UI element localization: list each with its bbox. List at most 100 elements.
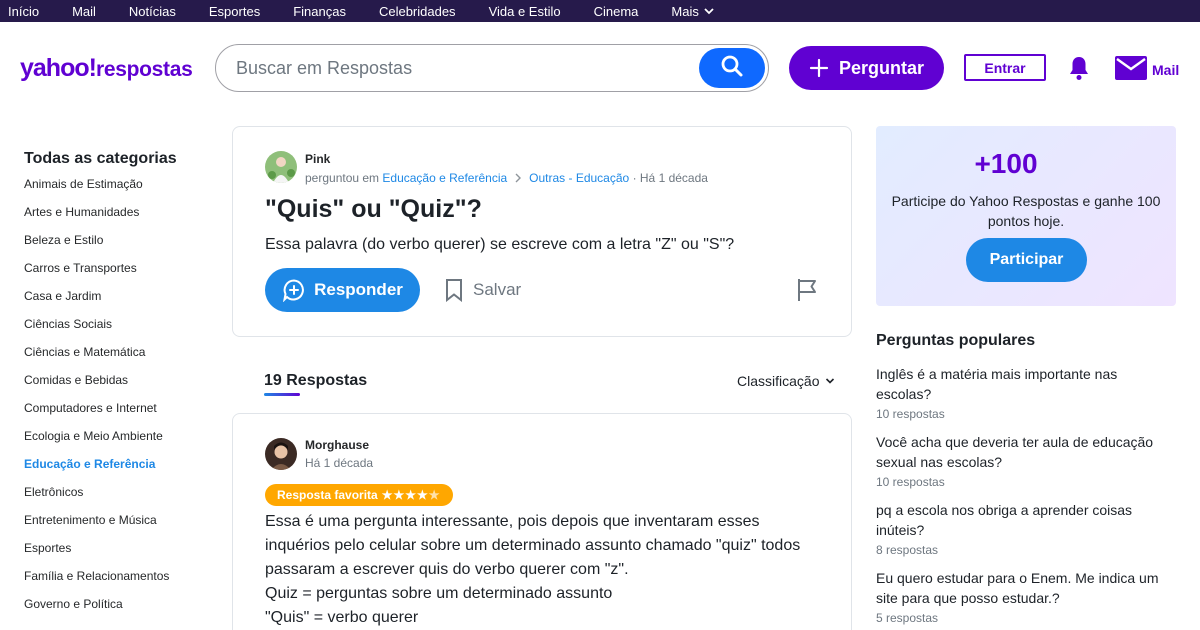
popular-question-link[interactable]: pq a escola nos obriga a aprender coisas… [876, 500, 1176, 540]
promo-text: Participe do Yahoo Respostas e ganhe 100… [891, 193, 1161, 229]
add-comment-icon [282, 278, 306, 302]
topnav-esportes[interactable]: Esportes [209, 4, 260, 19]
answer-button-label: Responder [314, 280, 403, 299]
ask-question-button[interactable]: Perguntar [789, 46, 944, 90]
categories-title: Todas as categorias [24, 150, 177, 167]
popular-answer-count: 10 respostas [876, 407, 945, 421]
chevron-down-icon [703, 5, 715, 17]
star-icon: ★ [405, 488, 417, 502]
ask-question-label: Perguntar [838, 57, 925, 78]
popular-question-item[interactable]: Inglês é a matéria mais importante nas e… [876, 364, 1176, 421]
chevron-down-icon [825, 376, 835, 386]
answer-time: Há 1 década [305, 456, 374, 470]
answer-line: inquérios pelo celular sobre um determin… [265, 537, 801, 554]
category-item-ciencias-sociais[interactable]: Ciências Sociais [24, 316, 214, 344]
category-item-entretenimento-e-musica[interactable]: Entretenimento e Música [24, 512, 214, 540]
asked-in-label: perguntou em [305, 171, 380, 185]
popular-question-item[interactable]: pq a escola nos obriga a aprender coisas… [876, 500, 1176, 557]
star-icon: ★ [381, 488, 394, 502]
logo-sub: respostas [95, 58, 193, 81]
category-item-casa-e-jardim[interactable]: Casa e Jardim [24, 288, 214, 316]
question-meta: perguntou em Educação e Referência Outras… [305, 171, 708, 185]
avatar[interactable] [265, 438, 297, 470]
search-button[interactable] [699, 48, 765, 88]
mail-icon [1115, 56, 1147, 83]
logo-main: yahoo! [20, 54, 97, 82]
avatar[interactable] [265, 151, 297, 183]
save-button-label: Salvar [473, 280, 522, 299]
popular-question-item[interactable]: Você acha que deveria ter aula de educaç… [876, 432, 1176, 489]
category-item-artes-e-humanidades[interactable]: Artes e Humanidades [24, 204, 214, 232]
subcategory-link[interactable]: Outras - Educação [529, 171, 629, 185]
popular-answer-count: 5 respostas [876, 611, 939, 625]
answers-count: 19 Respostas [264, 372, 368, 389]
answer-line: "Quis" = verbo querer [265, 609, 419, 626]
answer-author[interactable]: Morghause [305, 438, 369, 452]
categories-list: Animais de Estimação Artes e Humanidades B… [24, 176, 214, 624]
yahoo-respostas-logo[interactable]: yahoo!respostas [20, 54, 193, 83]
topnav-mais-label: Mais [671, 3, 699, 19]
category-item-eletronicos[interactable]: Eletrônicos [24, 484, 214, 512]
popular-question-link[interactable]: Você acha que deveria ter aula de educaç… [876, 432, 1176, 472]
bell-icon[interactable] [1066, 55, 1092, 86]
search-icon [720, 54, 744, 83]
sort-dropdown[interactable]: Classificação [737, 373, 835, 389]
sort-label: Classificação [737, 373, 820, 389]
popular-answer-count: 8 respostas [876, 543, 939, 557]
save-button[interactable]: Salvar [445, 278, 521, 302]
question-card: Pink perguntou em Educação e Referência O… [232, 126, 852, 337]
join-button[interactable]: Participar [966, 238, 1087, 282]
popular-question-item[interactable]: Eu quero estudar para o Enem. Me indica … [876, 568, 1176, 625]
question-author[interactable]: Pink [305, 152, 330, 166]
login-button[interactable]: Entrar [964, 54, 1046, 81]
topnav-mail[interactable]: Mail [72, 4, 96, 19]
popular-answer-count: 10 respostas [876, 475, 945, 489]
answer-card: Morghause Há 1 década Resposta favorita … [232, 413, 852, 630]
answer-button[interactable]: Responder [265, 268, 420, 312]
search-input[interactable] [236, 57, 696, 79]
popular-question-link[interactable]: Eu quero estudar para o Enem. Me indica … [876, 568, 1176, 608]
category-item-beleza-e-estilo[interactable]: Beleza e Estilo [24, 232, 214, 260]
favorite-answer-label: Resposta favorita [277, 488, 378, 502]
question-title: "Quis" ou "Quiz"? [265, 195, 482, 223]
star-rating: ★★★★★ [382, 488, 441, 502]
topnav-mais[interactable]: Mais [671, 4, 714, 19]
category-item-computadores-e-internet[interactable]: Computadores e Internet [24, 400, 214, 428]
answers-tab-underline [264, 393, 300, 396]
category-item-comidas-e-bebidas[interactable]: Comidas e Bebidas [24, 372, 214, 400]
answer-body: Essa é uma pergunta interessante, pois d… [265, 510, 825, 630]
answer-line: Quiz = perguntas sobre um determinado as… [265, 585, 613, 602]
question-time: · Há 1 década [632, 171, 708, 185]
topnav-celebridades[interactable]: Celebridades [379, 4, 456, 19]
question-body: Essa palavra (do verbo querer) se escrev… [265, 236, 735, 253]
star-icon: ★ [417, 488, 429, 502]
topnav-noticias[interactable]: Notícias [129, 4, 176, 19]
category-item-governo-e-politica[interactable]: Governo e Política [24, 596, 214, 624]
topnav-vida-e-estilo[interactable]: Vida e Estilo [489, 4, 561, 19]
topnav-cinema[interactable]: Cinema [594, 4, 639, 19]
promo-points: +100 [974, 148, 1038, 179]
mail-label: Mail [1152, 61, 1180, 78]
bookmark-icon [445, 278, 463, 302]
category-item-esportes[interactable]: Esportes [24, 540, 214, 568]
topnav-inicio[interactable]: Início [8, 4, 39, 19]
category-item-ciencias-e-matematica[interactable]: Ciências e Matemática [24, 344, 214, 372]
answer-line: passaram a escrever quis do verbo querer… [265, 561, 629, 578]
category-item-animais-de-estimacao[interactable]: Animais de Estimação [24, 176, 214, 204]
answer-line: Essa é uma pergunta interessante, pois d… [265, 513, 760, 530]
category-link[interactable]: Educação e Referência [382, 171, 507, 185]
points-promo: +100 Participe do Yahoo Respostas e ganh… [876, 126, 1176, 306]
search-bar [215, 44, 769, 92]
popular-question-link[interactable]: Inglês é a matéria mais importante nas e… [876, 364, 1176, 404]
category-item-familia-e-relacionamentos[interactable]: Família e Relacionamentos [24, 568, 214, 596]
plus-icon [809, 58, 829, 78]
topnav-financas[interactable]: Finanças [293, 4, 346, 19]
favorite-answer-badge: Resposta favorita ★★★★★ [265, 484, 453, 506]
top-nav: Início Mail Notícias Esportes Finanças C… [0, 0, 1200, 22]
category-item-educacao-e-referencia[interactable]: Educação e Referência [24, 456, 214, 484]
category-item-carros-e-transportes[interactable]: Carros e Transportes [24, 260, 214, 288]
popular-questions: Perguntas populares Inglês é a matéria m… [876, 332, 1176, 630]
category-item-ecologia-e-meio-ambiente[interactable]: Ecologia e Meio Ambiente [24, 428, 214, 456]
mail-link[interactable]: Mail [1115, 56, 1179, 83]
flag-icon[interactable] [796, 278, 818, 307]
